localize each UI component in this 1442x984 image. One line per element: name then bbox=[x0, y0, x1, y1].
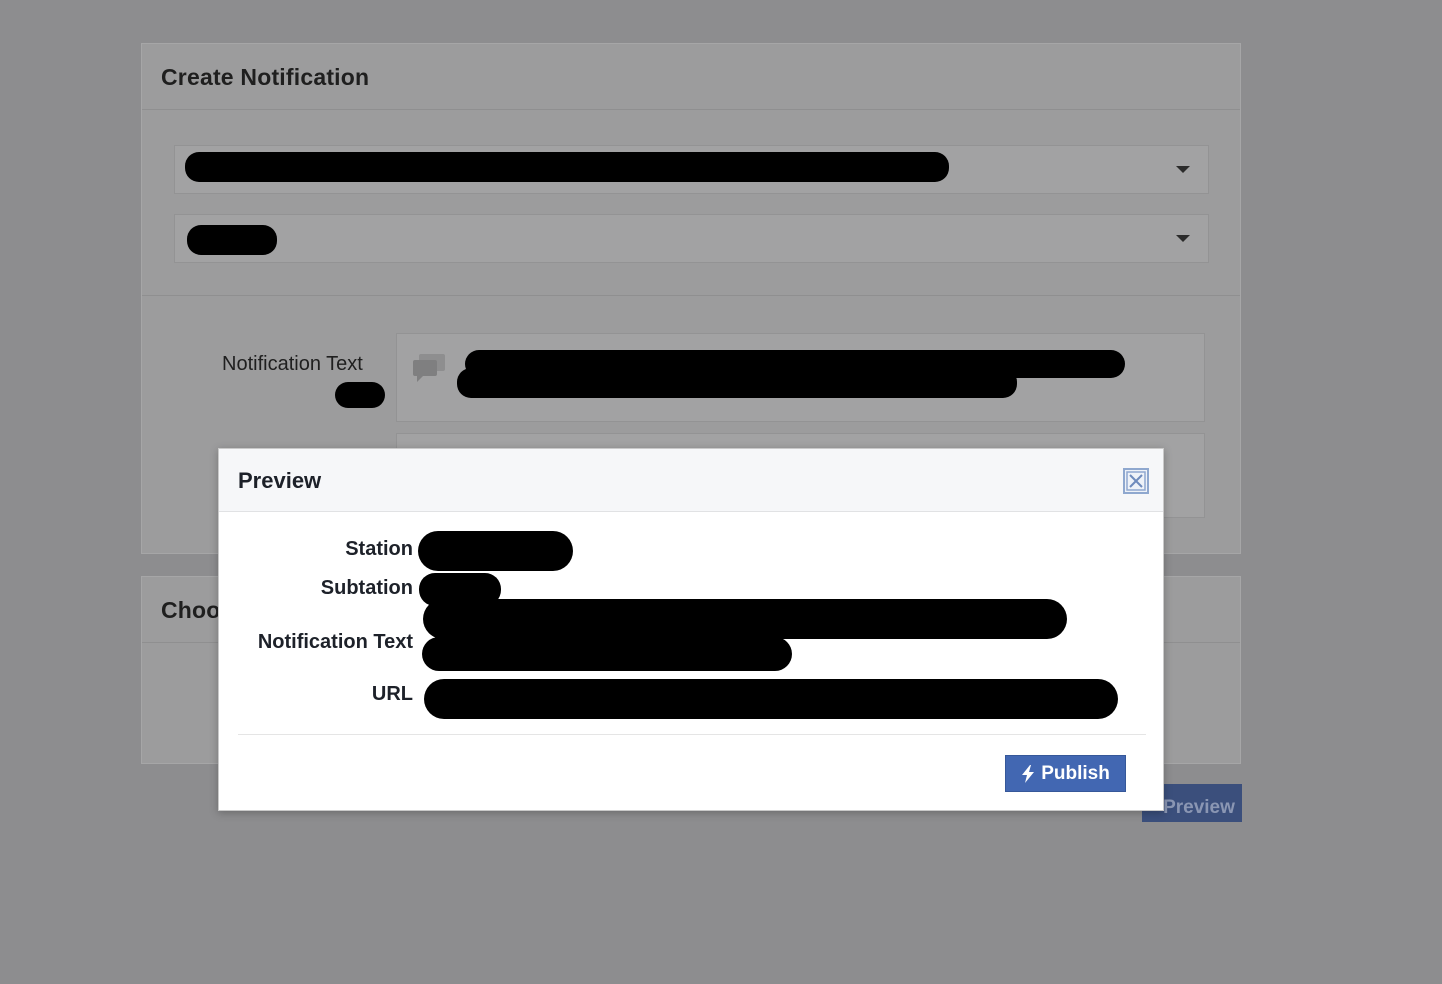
redacted-notification-text-preview bbox=[423, 599, 1067, 639]
station-label: Station bbox=[345, 538, 413, 560]
url-label: URL bbox=[371, 683, 413, 705]
preview-modal: Preview Station Subtation Notification T… bbox=[218, 448, 1164, 811]
notification-text-field-label: Notification Text bbox=[257, 631, 413, 653]
subtation-select[interactable] bbox=[174, 214, 1209, 263]
redacted-url bbox=[424, 679, 1118, 719]
notification-text-input[interactable] bbox=[396, 333, 1205, 422]
modal-title: Preview bbox=[238, 468, 322, 493]
subtation-label: Subtation bbox=[320, 577, 413, 599]
redacted-station bbox=[418, 531, 573, 571]
notification-text-label: Notification Text bbox=[222, 353, 363, 375]
modal-divider bbox=[238, 734, 1146, 735]
bolt-icon bbox=[1022, 764, 1035, 783]
redacted-subtation-value bbox=[187, 225, 277, 255]
close-icon bbox=[1126, 471, 1146, 491]
redacted-char-count bbox=[335, 382, 385, 408]
publish-button[interactable]: Publish bbox=[1005, 755, 1126, 792]
panel-divider bbox=[142, 295, 1240, 296]
publish-label: Publish bbox=[1041, 762, 1110, 784]
chevron-down-icon bbox=[1176, 235, 1190, 242]
redacted-station-value bbox=[185, 152, 949, 182]
create-notification-title: Create Notification bbox=[142, 44, 1240, 110]
station-select[interactable] bbox=[174, 145, 1209, 194]
close-button[interactable] bbox=[1123, 468, 1149, 494]
redacted-notification-text-preview-line2 bbox=[422, 637, 792, 671]
modal-header: Preview bbox=[219, 449, 1163, 512]
redacted-notification-text-line2 bbox=[457, 368, 1017, 398]
chat-bubbles-icon bbox=[413, 354, 445, 382]
chevron-down-icon bbox=[1176, 166, 1190, 173]
